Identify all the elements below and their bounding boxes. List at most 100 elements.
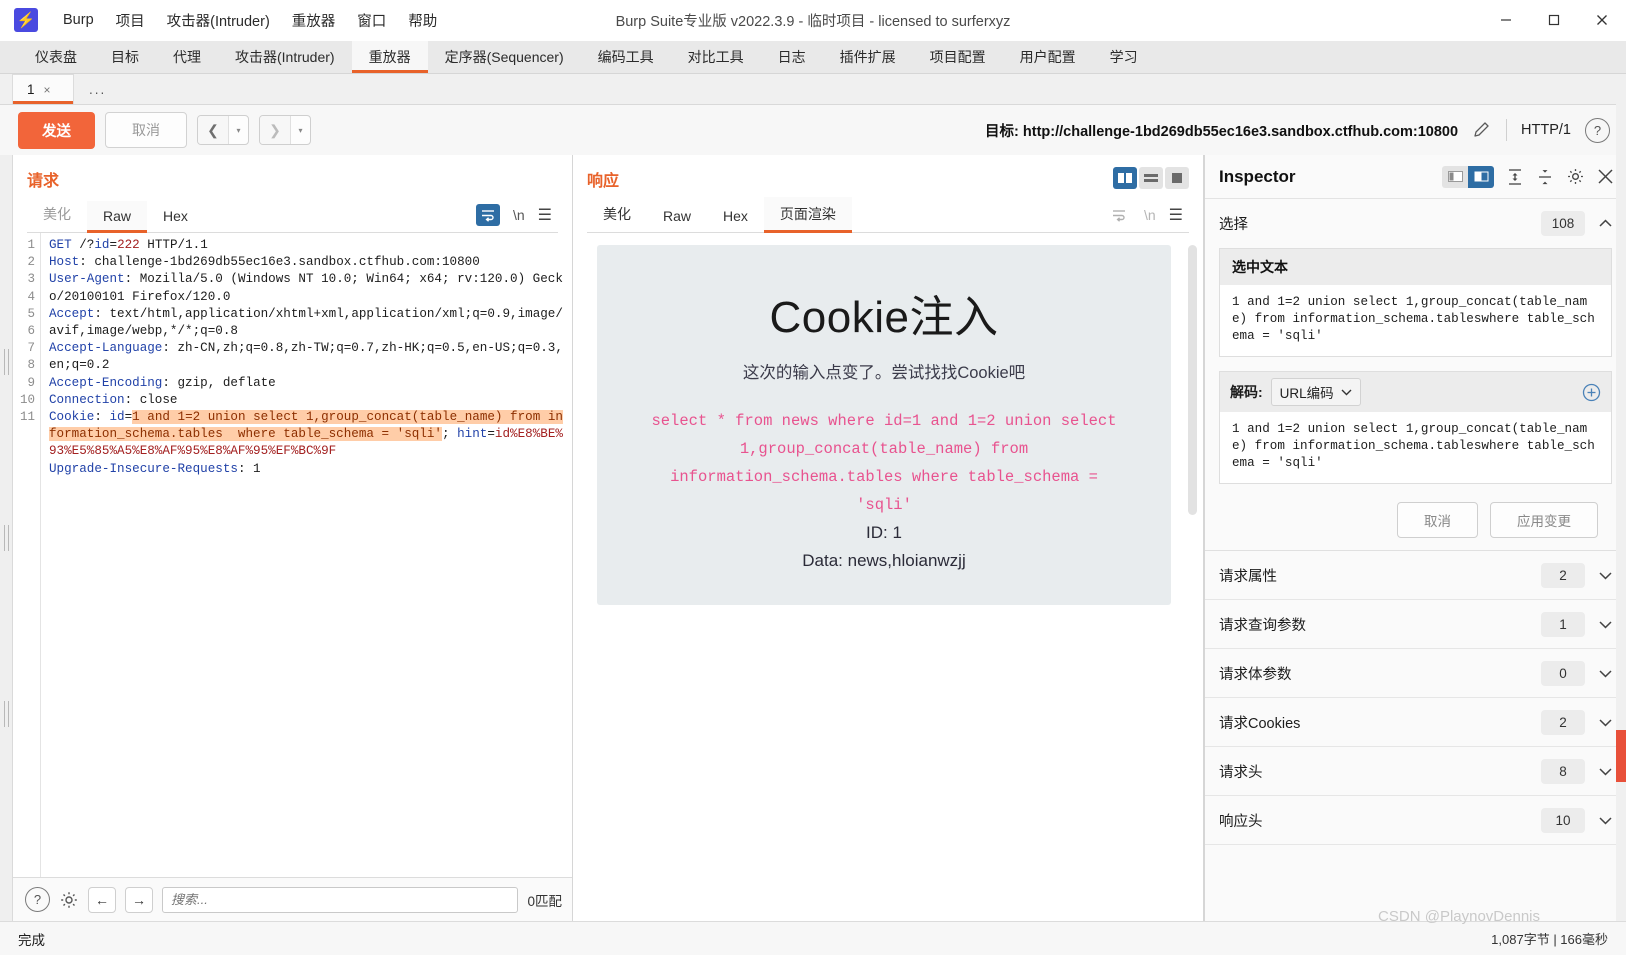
tab-logger[interactable]: 日志 — [761, 41, 823, 73]
single-pane-icon[interactable] — [1165, 167, 1189, 189]
inspector-selection-row[interactable]: 选择 108 — [1205, 199, 1626, 248]
request-tab-pretty[interactable]: 美化 — [27, 197, 87, 232]
menu-item-project[interactable]: 项目 — [105, 6, 156, 35]
response-tab-render[interactable]: 页面渲染 — [763, 197, 852, 233]
help-icon[interactable]: ? — [25, 887, 50, 912]
close-button[interactable] — [1578, 0, 1626, 41]
chevron-up-icon[interactable] — [1599, 219, 1612, 228]
decoded-text-value[interactable]: 1 and 1=2 union select 1,group_concat(ta… — [1220, 412, 1611, 483]
pencil-icon[interactable] — [1472, 120, 1492, 140]
request-tab-bar: 美化 Raw Hex \n ☰ — [27, 197, 558, 233]
search-prev-button[interactable]: ← — [88, 886, 116, 913]
gear-icon[interactable] — [59, 890, 79, 910]
repeater-tab-1[interactable]: 1 × — [12, 74, 74, 104]
section-count-badge: 10 — [1541, 807, 1585, 833]
selected-text-value[interactable]: 1 and 1=2 union select 1,group_concat(ta… — [1220, 285, 1611, 356]
cancel-button[interactable]: 取消 — [105, 112, 187, 148]
request-tab-hex[interactable]: Hex — [147, 201, 204, 232]
chevron-down-icon[interactable]: ▾ — [228, 116, 248, 144]
show-newlines-icon[interactable]: \n — [1144, 207, 1156, 223]
inspector-layout-toggle[interactable] — [1442, 165, 1494, 188]
inspector-section-cookies[interactable]: 请求Cookies 2 — [1205, 698, 1626, 747]
menu-icon[interactable]: ☰ — [538, 205, 552, 225]
response-render-view[interactable]: Cookie注入 这次的输入点变了。尝试找找Cookie吧 select * f… — [573, 233, 1203, 921]
decode-select[interactable]: URL编码 — [1270, 378, 1361, 406]
maximize-button[interactable] — [1530, 0, 1578, 41]
help-icon[interactable]: ? — [1585, 117, 1610, 143]
inspector-section-request-headers[interactable]: 请求头 8 — [1205, 747, 1626, 796]
rendered-sql-line: 'sqli' — [856, 496, 912, 514]
forward-button-group[interactable]: ❯ ▾ — [259, 115, 311, 145]
inspector-section-query-params[interactable]: 请求查询参数 1 — [1205, 600, 1626, 649]
section-right: 0 — [1541, 660, 1612, 686]
tab-dashboard[interactable]: 仪表盘 — [18, 41, 94, 73]
minimize-button[interactable] — [1482, 0, 1530, 41]
request-editor[interactable]: 1 2 3 4 5 6 7 8 9 10 11 GET /?id=222 HTT… — [13, 233, 572, 877]
request-tab-raw[interactable]: Raw — [87, 201, 148, 233]
rendered-heading: Cookie注入 — [769, 293, 999, 342]
tab-proxy[interactable]: 代理 — [156, 41, 218, 73]
grip-handle[interactable] — [3, 525, 9, 551]
add-decode-icon[interactable] — [1582, 383, 1601, 402]
inspector-section-body-params[interactable]: 请求体参数 0 — [1205, 649, 1626, 698]
layout-right-icon[interactable] — [1468, 165, 1494, 188]
chevron-left-icon[interactable]: ❮ — [198, 116, 228, 144]
tab-learn[interactable]: 学习 — [1093, 41, 1155, 73]
tab-comparer[interactable]: 对比工具 — [671, 41, 761, 73]
menu-icon[interactable]: ☰ — [1169, 205, 1183, 225]
gear-icon[interactable] — [1566, 167, 1585, 186]
menu-item-help[interactable]: 帮助 — [397, 6, 448, 35]
close-icon[interactable]: × — [44, 83, 51, 97]
word-wrap-icon[interactable] — [1107, 204, 1131, 226]
grip-handle[interactable] — [3, 701, 9, 727]
menu-item-intruder[interactable]: 攻击器(Intruder) — [156, 6, 281, 35]
back-button-group[interactable]: ❮ ▾ — [197, 115, 249, 145]
response-scrollbar[interactable] — [1188, 245, 1197, 515]
selection-cancel-button[interactable]: 取消 — [1397, 502, 1478, 538]
chevron-down-icon[interactable] — [1599, 620, 1612, 629]
search-input[interactable] — [162, 886, 519, 913]
tab-project-options[interactable]: 项目配置 — [913, 41, 1003, 73]
expand-all-icon[interactable] — [1506, 168, 1524, 186]
tab-target[interactable]: 目标 — [94, 41, 156, 73]
chevron-right-icon[interactable]: ❯ — [260, 116, 290, 144]
split-vertical-icon[interactable] — [1113, 167, 1137, 189]
menu-item-repeater[interactable]: 重放器 — [281, 6, 347, 35]
request-raw-code[interactable]: GET /?id=222 HTTP/1.1 Host: challenge-1b… — [41, 233, 572, 877]
http-version-label[interactable]: HTTP/1 — [1521, 122, 1571, 138]
search-next-button[interactable]: → — [125, 886, 153, 913]
menu-item-window[interactable]: 窗口 — [346, 6, 397, 35]
send-button[interactable]: 发送 — [18, 111, 95, 149]
grip-handle[interactable] — [3, 349, 9, 375]
chevron-down-icon[interactable] — [1599, 669, 1612, 678]
window-scrollbar[interactable] — [1616, 90, 1626, 921]
inspector-section-request-attributes[interactable]: 请求属性 2 — [1205, 551, 1626, 600]
menu-item-burp[interactable]: Burp — [52, 8, 105, 32]
tab-repeater[interactable]: 重放器 — [351, 41, 428, 73]
response-tab-hex[interactable]: Hex — [707, 201, 764, 232]
chevron-down-icon[interactable] — [1599, 718, 1612, 727]
word-wrap-icon[interactable] — [475, 204, 500, 226]
tab-sequencer[interactable]: 定序器(Sequencer) — [428, 41, 581, 73]
inspector-section-response-headers[interactable]: 响应头 10 — [1205, 796, 1626, 845]
tab-user-options[interactable]: 用户配置 — [1003, 41, 1093, 73]
repeater-tab-add[interactable]: ... — [74, 74, 136, 104]
split-horizontal-icon[interactable] — [1139, 167, 1163, 189]
response-tab-pretty[interactable]: 美化 — [587, 197, 647, 232]
chevron-down-icon[interactable] — [1599, 767, 1612, 776]
chevron-down-icon[interactable] — [1599, 816, 1612, 825]
chevron-down-icon[interactable] — [1599, 571, 1612, 580]
show-newlines-icon[interactable]: \n — [513, 207, 525, 223]
close-icon[interactable] — [1597, 168, 1614, 185]
response-tab-raw[interactable]: Raw — [647, 201, 707, 232]
tab-decoder[interactable]: 编码工具 — [581, 41, 671, 73]
collapse-all-icon[interactable] — [1536, 168, 1554, 186]
left-collapse-gutter[interactable] — [0, 155, 13, 921]
tab-extensions[interactable]: 插件扩展 — [823, 41, 913, 73]
target-url: http://challenge-1bd269db55ec16e3.sandbo… — [1022, 123, 1459, 140]
layout-left-icon[interactable] — [1442, 165, 1468, 188]
selection-count-badge: 108 — [1541, 211, 1585, 236]
tab-intruder[interactable]: 攻击器(Intruder) — [218, 41, 352, 73]
chevron-down-icon[interactable]: ▾ — [290, 116, 310, 144]
selection-apply-button[interactable]: 应用变更 — [1490, 502, 1598, 538]
